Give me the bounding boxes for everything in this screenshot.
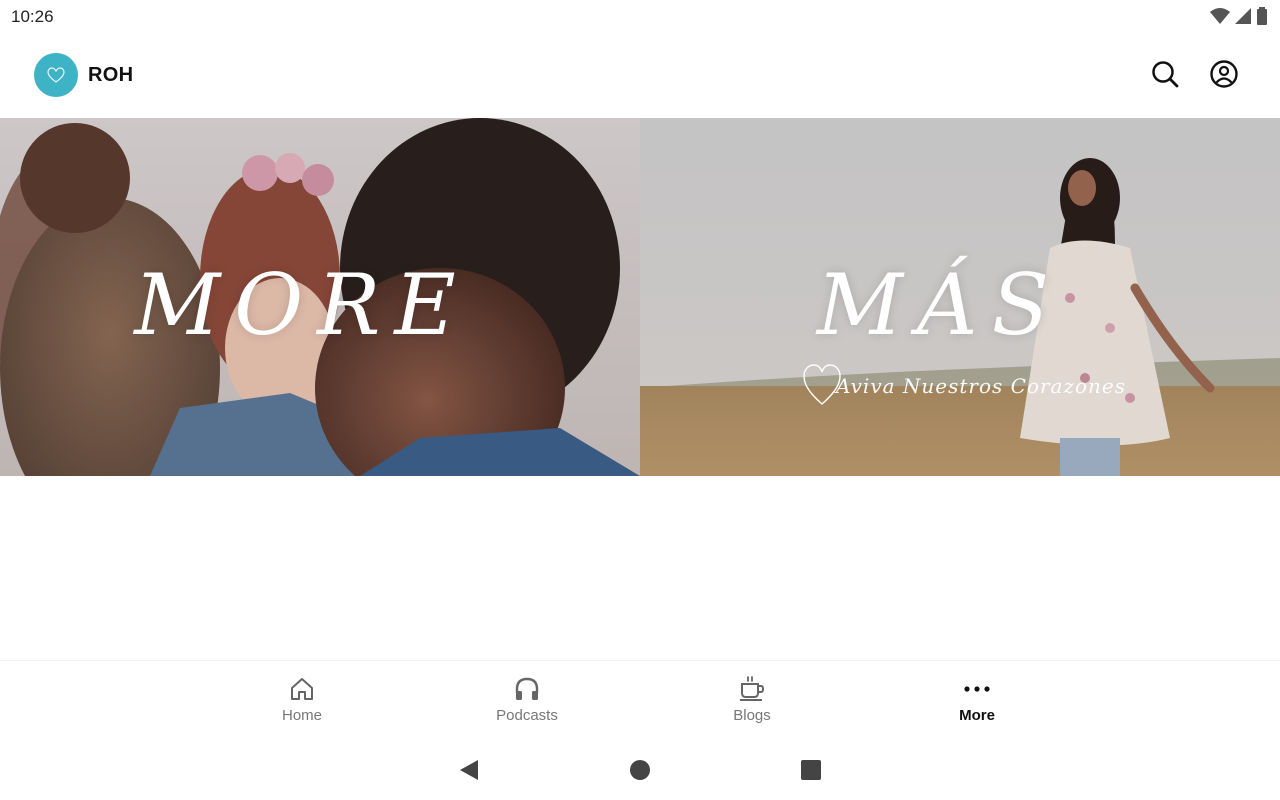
home-system-button[interactable] <box>627 757 653 783</box>
home-circle-icon <box>630 760 650 780</box>
app-logo[interactable] <box>34 53 78 97</box>
nav-more-label: More <box>959 707 995 724</box>
recents-button[interactable] <box>798 757 824 783</box>
app-title: ROH <box>88 64 134 86</box>
signal-icon <box>1235 8 1251 24</box>
account-circle-icon <box>1210 60 1238 88</box>
nav-home[interactable]: Home <box>242 673 362 724</box>
back-button[interactable] <box>456 757 482 783</box>
banner-mas-subtitle: Aviva Nuestros Corazones <box>836 374 1127 398</box>
recents-square-icon <box>801 760 821 780</box>
nav-podcasts[interactable]: Podcasts <box>467 673 587 724</box>
search-button[interactable] <box>1149 58 1181 90</box>
system-navigation-bar <box>0 740 1280 800</box>
banner-more[interactable]: MORE <box>0 118 640 476</box>
heart-logo-icon <box>47 67 65 83</box>
status-time: 10:26 <box>11 7 54 26</box>
battery-icon <box>1257 7 1267 25</box>
status-icons <box>1210 7 1268 25</box>
app-bar: ROH <box>0 34 1280 118</box>
status-bar: 10:26 <box>0 0 1280 34</box>
account-button[interactable] <box>1208 58 1240 90</box>
nav-home-label: Home <box>281 707 322 724</box>
banner-more-title: MORE <box>134 256 470 354</box>
back-triangle-icon <box>460 760 478 780</box>
banner-mas-title: MÁS <box>816 256 1064 354</box>
search-icon <box>1152 61 1179 88</box>
coffee-cup-icon <box>740 676 765 701</box>
nav-more[interactable]: More <box>917 673 1037 724</box>
bottom-navigation: Home Podcasts Blogs More <box>0 660 1280 740</box>
home-icon <box>291 678 313 700</box>
nav-blogs-label: Blogs <box>733 707 771 724</box>
more-dots-icon <box>964 686 990 692</box>
wifi-icon <box>1210 8 1230 24</box>
nav-blogs[interactable]: Blogs <box>692 673 812 724</box>
banner-mas[interactable]: MÁS Aviva Nuestros Corazones <box>640 118 1280 476</box>
nav-podcasts-label: Podcasts <box>496 707 558 724</box>
headphones-icon <box>515 677 539 700</box>
